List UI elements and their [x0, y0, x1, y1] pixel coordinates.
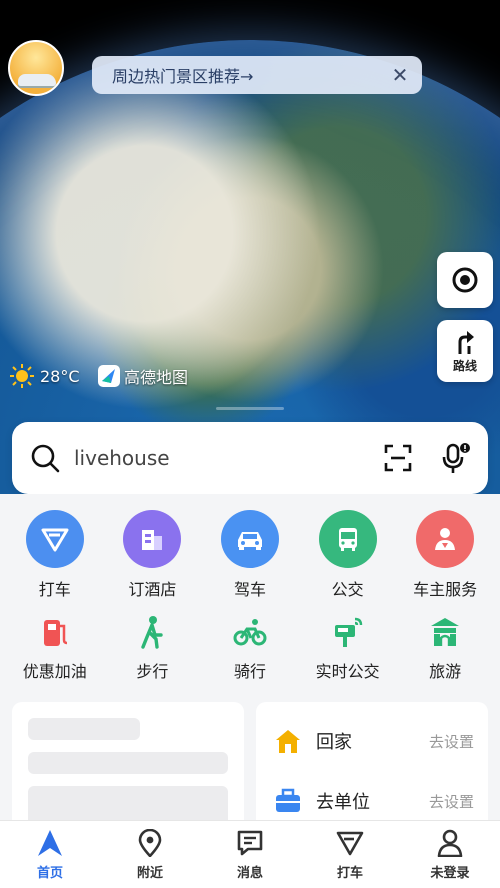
walk-icon	[105, 614, 199, 650]
locate-button[interactable]	[437, 252, 493, 308]
search-input[interactable]: livehouse	[74, 446, 384, 470]
brand-text: 高德地图	[124, 368, 189, 387]
place-label: 回家	[316, 732, 352, 753]
secondary-services: 优惠加油 步行 骑行 实时公交 旅游	[0, 614, 500, 682]
user-icon	[405, 828, 495, 858]
fuel-icon	[8, 614, 102, 650]
home-nav-icon	[5, 828, 95, 858]
microphone-icon[interactable]	[440, 442, 470, 474]
service-realtime-bus[interactable]: 实时公交	[301, 614, 395, 682]
route-label: 路线	[452, 358, 477, 373]
drag-handle[interactable]	[216, 407, 284, 410]
service-label: 打车	[38, 580, 71, 599]
service-car-owner[interactable]: 车主服务	[398, 510, 492, 600]
service-drive[interactable]: 驾车	[203, 510, 297, 600]
bottom-tab-bar: 首页 附近 消息 打车 未登录	[0, 820, 500, 888]
amap-logo: 高德地图	[98, 364, 188, 388]
avatar[interactable]	[8, 40, 64, 96]
service-walk[interactable]: 步行	[105, 614, 199, 682]
set-home-link[interactable]: 去设置	[429, 731, 474, 752]
tab-profile[interactable]: 未登录	[405, 828, 495, 881]
service-travel[interactable]: 旅游	[398, 614, 492, 682]
temperature-text: 28°C	[40, 366, 80, 386]
realtime-bus-icon	[301, 614, 395, 650]
service-label: 骑行	[233, 662, 266, 681]
briefcase-icon	[276, 788, 300, 812]
service-label: 优惠加油	[22, 662, 87, 681]
search-bar[interactable]: livehouse	[12, 422, 488, 494]
place-home[interactable]: 回家 去设置	[274, 726, 474, 756]
service-taxi[interactable]: 打车	[8, 510, 102, 600]
tab-taxi[interactable]: 打车	[305, 828, 395, 881]
amap-brand-icon	[98, 365, 120, 387]
locate-icon	[452, 267, 478, 293]
place-label: 去单位	[316, 792, 370, 813]
tab-nearby[interactable]: 附近	[105, 828, 195, 881]
car-owner-icon	[416, 510, 475, 568]
primary-services: 打车 订酒店 驾车 公交 车主服务	[0, 510, 500, 600]
skeleton-line	[28, 718, 140, 740]
tab-home[interactable]: 首页	[5, 828, 95, 881]
sun-icon	[10, 364, 34, 388]
recommend-banner[interactable]: 周边热门景区推荐→ ✕	[92, 56, 422, 94]
banner-text: 周边热门景区推荐→	[112, 67, 254, 86]
taxi-nav-icon	[305, 828, 395, 858]
tab-label: 首页	[36, 866, 63, 881]
service-fuel[interactable]: 优惠加油	[8, 614, 102, 682]
tab-messages[interactable]: 消息	[205, 828, 295, 881]
car-icon	[220, 510, 279, 568]
info-card-placeholder[interactable]	[12, 702, 244, 832]
taxi-icon	[25, 510, 84, 568]
weather-widget[interactable]: 28°C	[10, 364, 80, 388]
tab-label: 附近	[136, 866, 163, 881]
message-icon	[205, 828, 295, 858]
service-label: 实时公交	[315, 662, 380, 681]
skeleton-line	[28, 752, 228, 774]
service-bike[interactable]: 骑行	[203, 614, 297, 682]
search-icon	[31, 444, 60, 473]
service-label: 步行	[136, 662, 169, 681]
service-label: 旅游	[429, 662, 462, 681]
service-label: 公交	[331, 580, 364, 599]
close-icon[interactable]: ✕	[388, 63, 412, 87]
service-label: 订酒店	[128, 580, 177, 599]
tab-label: 打车	[336, 866, 363, 881]
pin-icon	[105, 828, 195, 858]
tab-label: 消息	[236, 866, 263, 881]
service-label: 驾车	[233, 580, 266, 599]
tab-label: 未登录	[430, 866, 470, 881]
travel-icon	[398, 614, 492, 650]
hotel-icon	[123, 510, 182, 568]
quick-places-card: 回家 去设置 去单位 去设置	[256, 702, 488, 832]
set-work-link[interactable]: 去设置	[429, 791, 474, 812]
place-work[interactable]: 去单位 去设置	[274, 786, 474, 816]
service-label: 车主服务	[413, 580, 478, 599]
route-arrow-icon	[458, 330, 474, 354]
service-bus[interactable]: 公交	[301, 510, 395, 600]
scan-icon[interactable]	[384, 444, 412, 472]
route-button[interactable]: 路线	[437, 320, 493, 382]
service-hotel[interactable]: 订酒店	[105, 510, 199, 600]
home-icon	[276, 730, 300, 753]
bike-icon	[203, 614, 297, 650]
bus-icon	[318, 510, 377, 568]
